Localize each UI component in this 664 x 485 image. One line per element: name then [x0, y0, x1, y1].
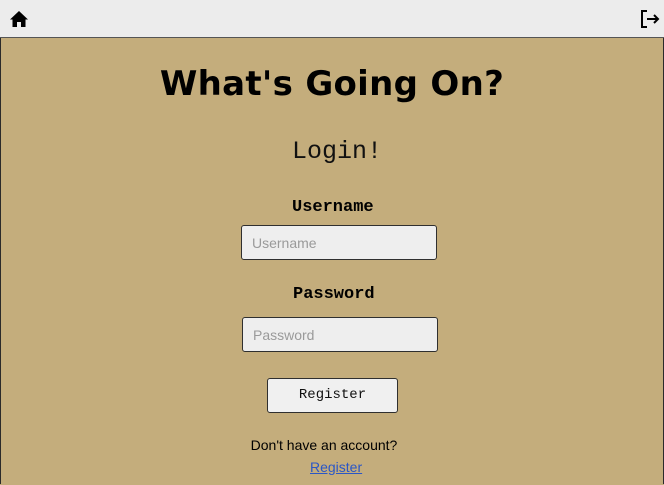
home-icon[interactable] [9, 10, 29, 28]
page-title: What's Going On? [159, 64, 505, 104]
username-label: Username [292, 198, 374, 217]
register-prompt: Don't have an account? [250, 437, 398, 453]
logout-icon[interactable] [639, 9, 661, 29]
submit-button[interactable]: Register [267, 378, 398, 413]
username-input[interactable] [241, 225, 437, 260]
register-link[interactable]: Register [310, 459, 362, 475]
page-subtitle: Login! [291, 137, 382, 166]
password-input[interactable] [242, 317, 438, 352]
top-nav-bar [0, 0, 664, 38]
password-label: Password [293, 285, 375, 304]
